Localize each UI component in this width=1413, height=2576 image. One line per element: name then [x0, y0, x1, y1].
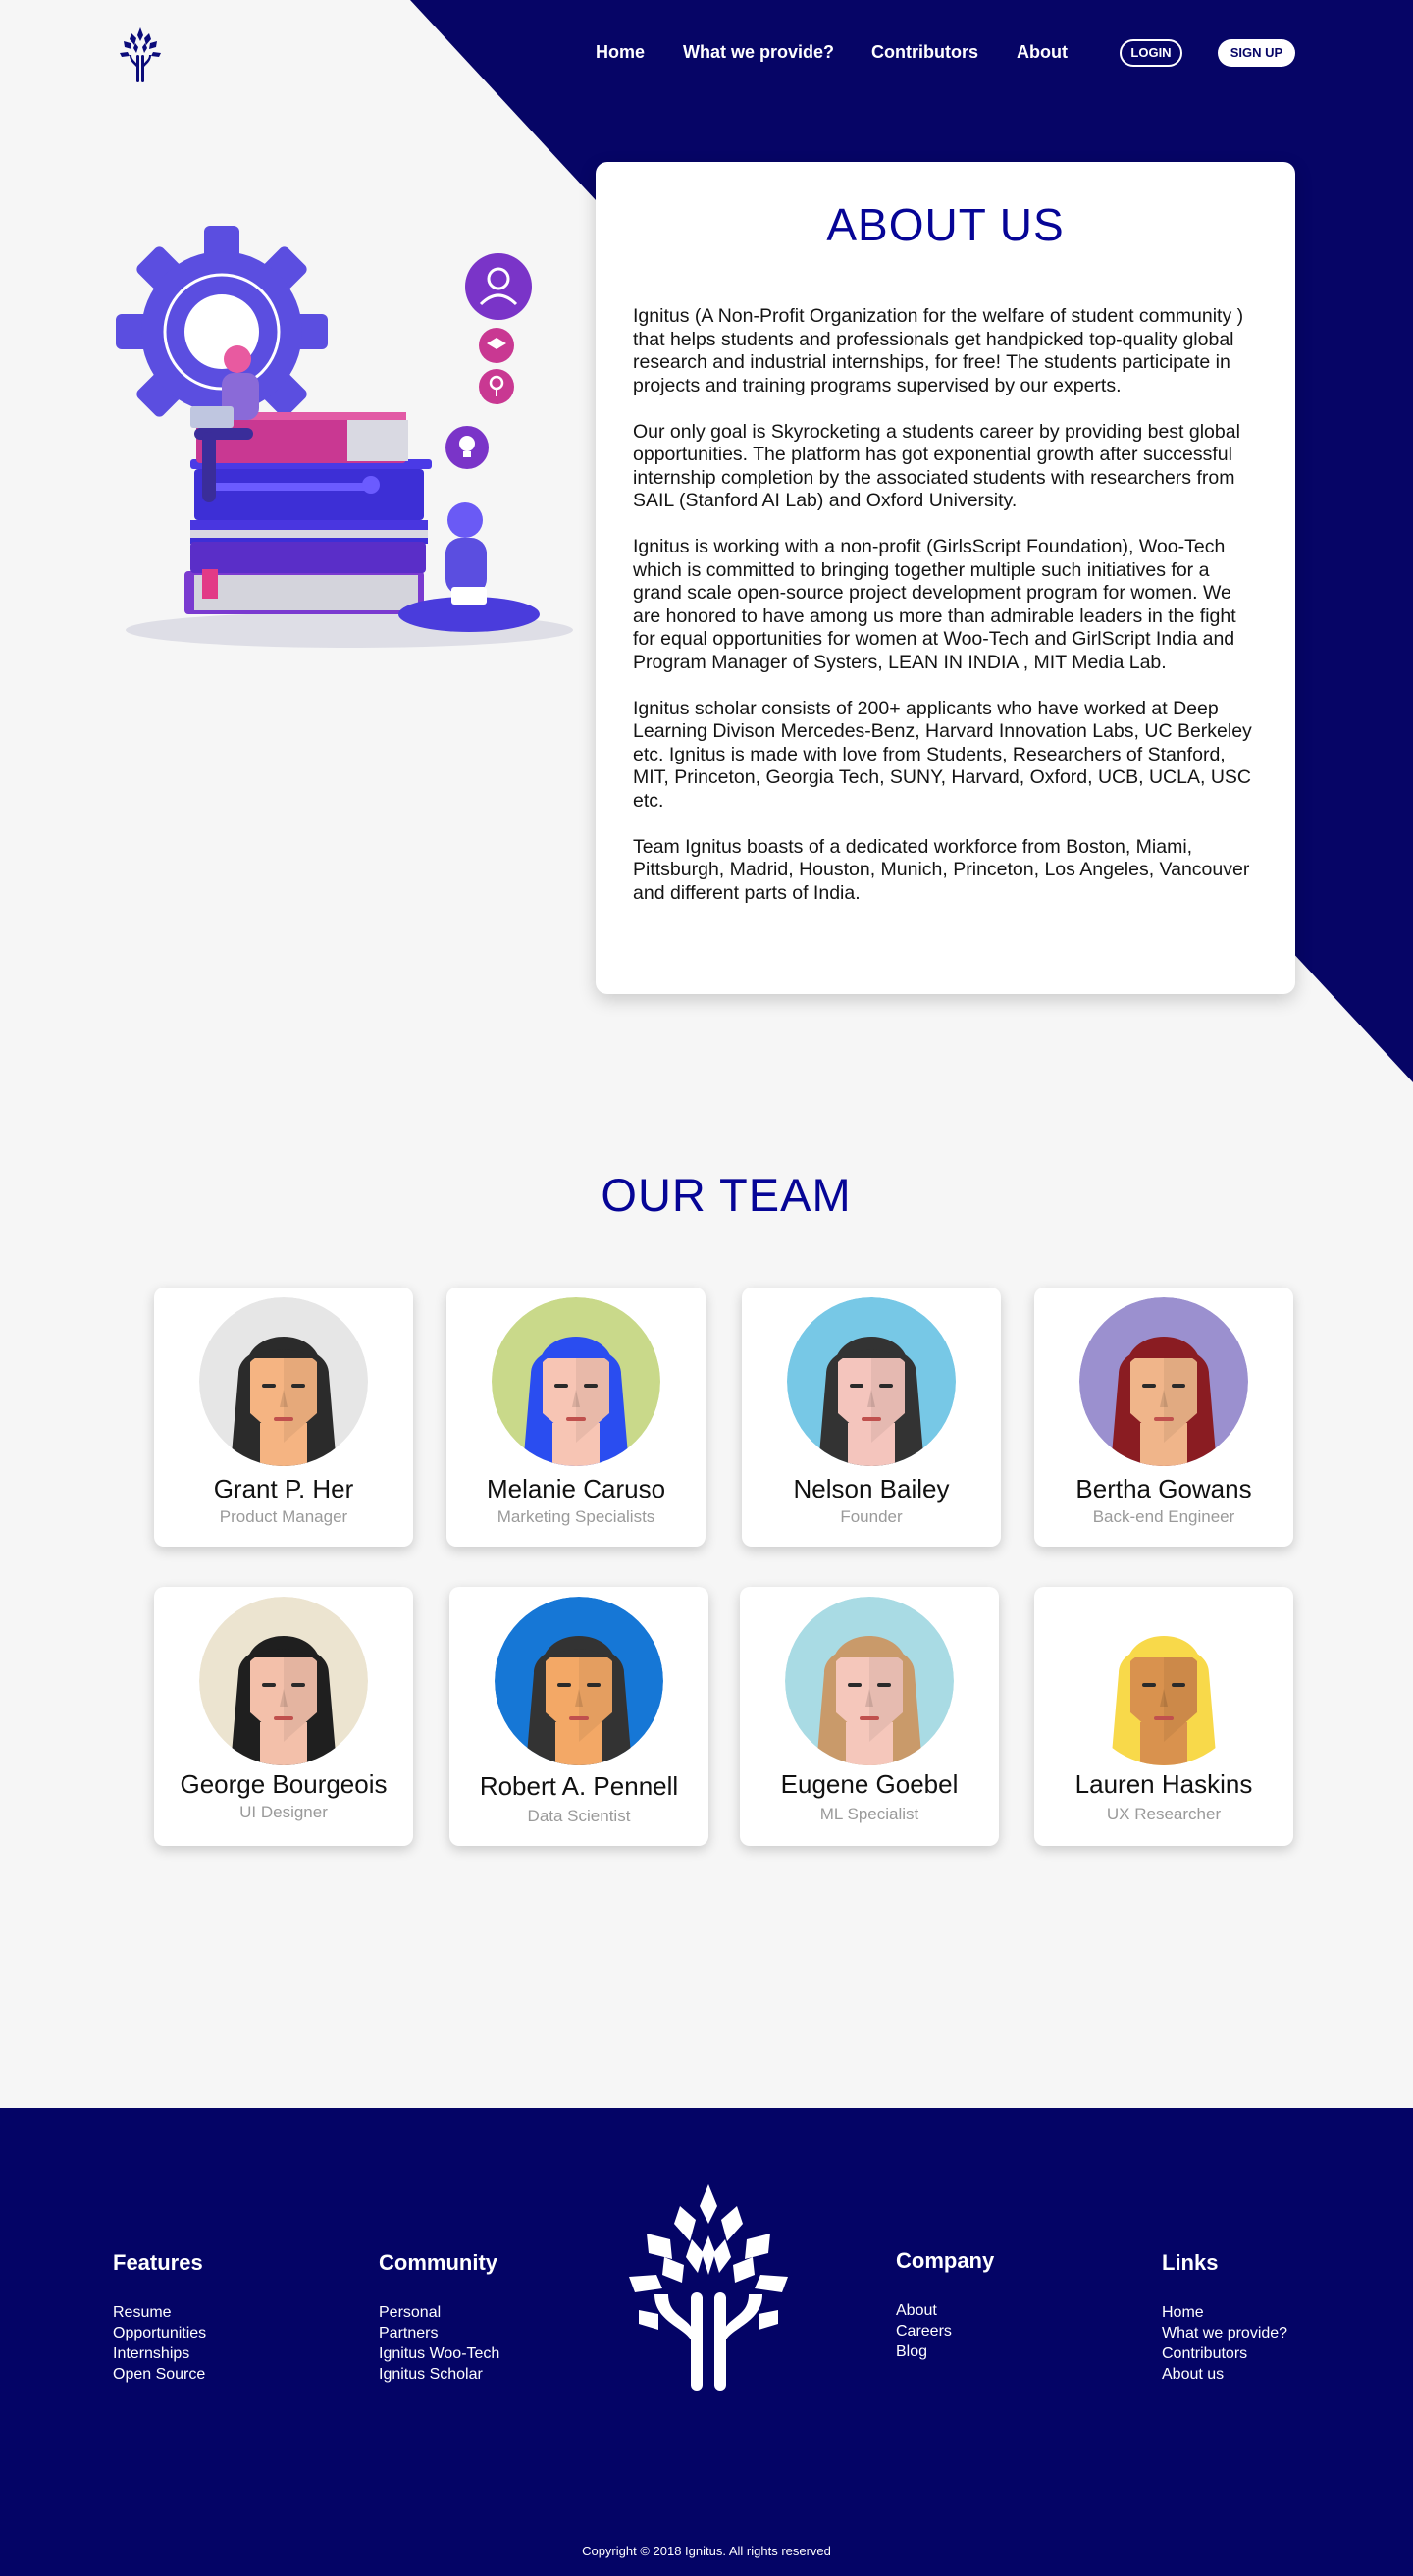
team-title: OUR TEAM	[601, 1169, 852, 1221]
footer-link[interactable]: Home	[1162, 2302, 1287, 2323]
nav-about-link[interactable]: About	[1017, 37, 1068, 67]
member-role: ML Specialist	[819, 1805, 919, 1823]
footer-column-title: Features	[113, 2250, 203, 2275]
avatar-left-eye	[557, 1683, 571, 1687]
signup-button[interactable]: SIGN UP	[1218, 39, 1295, 67]
tree-logo-icon	[629, 2184, 788, 2391]
footer-link[interactable]: What we provide?	[1162, 2323, 1287, 2343]
team-member-card[interactable]: Nelson Bailey Founder	[742, 1288, 1001, 1547]
footer-link[interactable]: Internships	[113, 2343, 206, 2364]
member-role: UI Designer	[239, 1803, 328, 1821]
about-body: Ignitus (A Non-Profit Organization for t…	[633, 305, 1258, 905]
avatar-left-eye	[848, 1683, 862, 1687]
footer-column-title: Community	[379, 2250, 497, 2275]
avatar-right-eye	[1172, 1683, 1185, 1687]
member-name: Nelson Bailey	[793, 1474, 950, 1503]
footer-link[interactable]: Contributors	[1162, 2343, 1287, 2364]
avatar-left-eye	[262, 1384, 276, 1388]
avatar-left-eye	[850, 1384, 864, 1388]
footer-column-title: Company	[896, 2248, 995, 2273]
avatar-mouth	[274, 1417, 293, 1421]
member-avatar	[492, 1297, 660, 1466]
footer-features-column: Features Resume Opportunities Internship…	[113, 2250, 206, 2385]
member-avatar	[199, 1297, 368, 1466]
member-avatar	[785, 1597, 954, 1765]
footer-link[interactable]: Resume	[113, 2302, 206, 2323]
avatar-right-eye	[1172, 1384, 1185, 1388]
about-title: ABOUT US	[826, 199, 1065, 250]
member-role: Founder	[840, 1507, 903, 1526]
team-member-card[interactable]: Lauren Haskins UX Researcher	[1034, 1587, 1293, 1846]
avatar-right-eye	[877, 1683, 891, 1687]
avatar-mouth	[274, 1716, 293, 1720]
member-name: Grant P. Her	[213, 1474, 354, 1503]
footer-link[interactable]: Blog	[896, 2341, 994, 2362]
copyright-text: Copyright © 2018 Ignitus. All rights res…	[582, 2544, 831, 2558]
member-name: Lauren Haskins	[1074, 1769, 1253, 1799]
team-member-card[interactable]: Melanie Caruso Marketing Specialists	[446, 1288, 706, 1547]
nav-what-we-provide-link[interactable]: What we provide?	[683, 37, 834, 67]
member-name: Melanie Caruso	[486, 1474, 666, 1503]
avatar-mouth	[862, 1417, 881, 1421]
avatar-right-eye	[587, 1683, 601, 1687]
team-member-card[interactable]: Robert A. Pennell Data Scientist	[449, 1587, 708, 1846]
footer-community-column: Community Personal Partners Ignitus Woo-…	[379, 2250, 499, 2385]
member-role: UX Researcher	[1106, 1805, 1222, 1823]
avatar-left-eye	[1142, 1683, 1156, 1687]
footer-column-title: Links	[1162, 2250, 1219, 2275]
avatar-mouth	[860, 1716, 879, 1720]
member-name: Robert A. Pennell	[479, 1771, 679, 1801]
footer-link[interactable]: About us	[1162, 2364, 1287, 2385]
member-role: Product Manager	[219, 1507, 348, 1526]
member-name: Bertha Gowans	[1075, 1474, 1252, 1503]
avatar-left-eye	[262, 1683, 276, 1687]
team-member-card[interactable]: George Bourgeois UI Designer	[154, 1587, 413, 1846]
about-card: ABOUT US Ignitus (A Non-Profit Organizat…	[596, 162, 1295, 994]
avatar-mouth	[1154, 1417, 1174, 1421]
about-paragraph: Our only goal is Skyrocketing a students…	[633, 420, 1240, 512]
about-paragraph: Ignitus (A Non-Profit Organization for t…	[633, 305, 1244, 396]
footer: Features Resume Opportunities Internship…	[0, 2108, 1413, 2576]
login-button[interactable]: LOGIN	[1120, 39, 1182, 67]
footer-link[interactable]: Careers	[896, 2321, 994, 2341]
avatar-right-eye	[879, 1384, 893, 1388]
nav-contributors-link[interactable]: Contributors	[871, 37, 978, 67]
member-role: Back-end Engineer	[1092, 1507, 1235, 1526]
team-member-card[interactable]: Grant P. Her Product Manager	[154, 1288, 413, 1547]
team-member-card[interactable]: Eugene Goebel ML Specialist	[740, 1587, 999, 1846]
member-avatar	[1079, 1597, 1248, 1765]
nav-home-link[interactable]: Home	[596, 37, 645, 67]
footer-link[interactable]: Opportunities	[113, 2323, 206, 2343]
footer-link[interactable]: About	[896, 2300, 994, 2321]
footer-link[interactable]: Personal	[379, 2302, 499, 2323]
avatar-right-eye	[584, 1384, 598, 1388]
avatar-mouth	[566, 1417, 586, 1421]
footer-link[interactable]: Ignitus Scholar	[379, 2364, 499, 2385]
footer-links-column: Links Home What we provide? Contributors…	[1162, 2250, 1287, 2385]
team-member-card[interactable]: Bertha Gowans Back-end Engineer	[1034, 1288, 1293, 1547]
avatar-mouth	[1154, 1716, 1174, 1720]
avatar-right-eye	[291, 1683, 305, 1687]
avatar-left-eye	[1142, 1384, 1156, 1388]
hero-illustration	[116, 226, 573, 648]
avatar-left-eye	[554, 1384, 568, 1388]
member-name: George Bourgeois	[180, 1769, 388, 1799]
about-paragraph: Ignitus is working with a non-profit (Gi…	[633, 536, 1236, 673]
about-paragraph: Team Ignitus boasts of a dedicated workf…	[633, 835, 1250, 904]
member-name: Eugene Goebel	[780, 1769, 959, 1799]
footer-link[interactable]: Partners	[379, 2323, 499, 2343]
footer-link[interactable]: Ignitus Woo-Tech	[379, 2343, 499, 2364]
member-avatar	[1079, 1297, 1248, 1466]
member-role: Marketing Specialists	[497, 1507, 655, 1526]
footer-link[interactable]: Open Source	[113, 2364, 206, 2385]
avatar-right-eye	[291, 1384, 305, 1388]
member-avatar	[495, 1597, 663, 1765]
footer-company-column: Company About Careers Blog	[896, 2248, 994, 2362]
about-paragraph: Ignitus scholar consists of 200+ applica…	[633, 697, 1252, 812]
member-avatar	[787, 1297, 956, 1466]
member-avatar	[199, 1597, 368, 1765]
tree-logo-icon[interactable]	[118, 26, 163, 84]
avatar-mouth	[569, 1716, 589, 1720]
member-role: Data Scientist	[527, 1807, 631, 1825]
